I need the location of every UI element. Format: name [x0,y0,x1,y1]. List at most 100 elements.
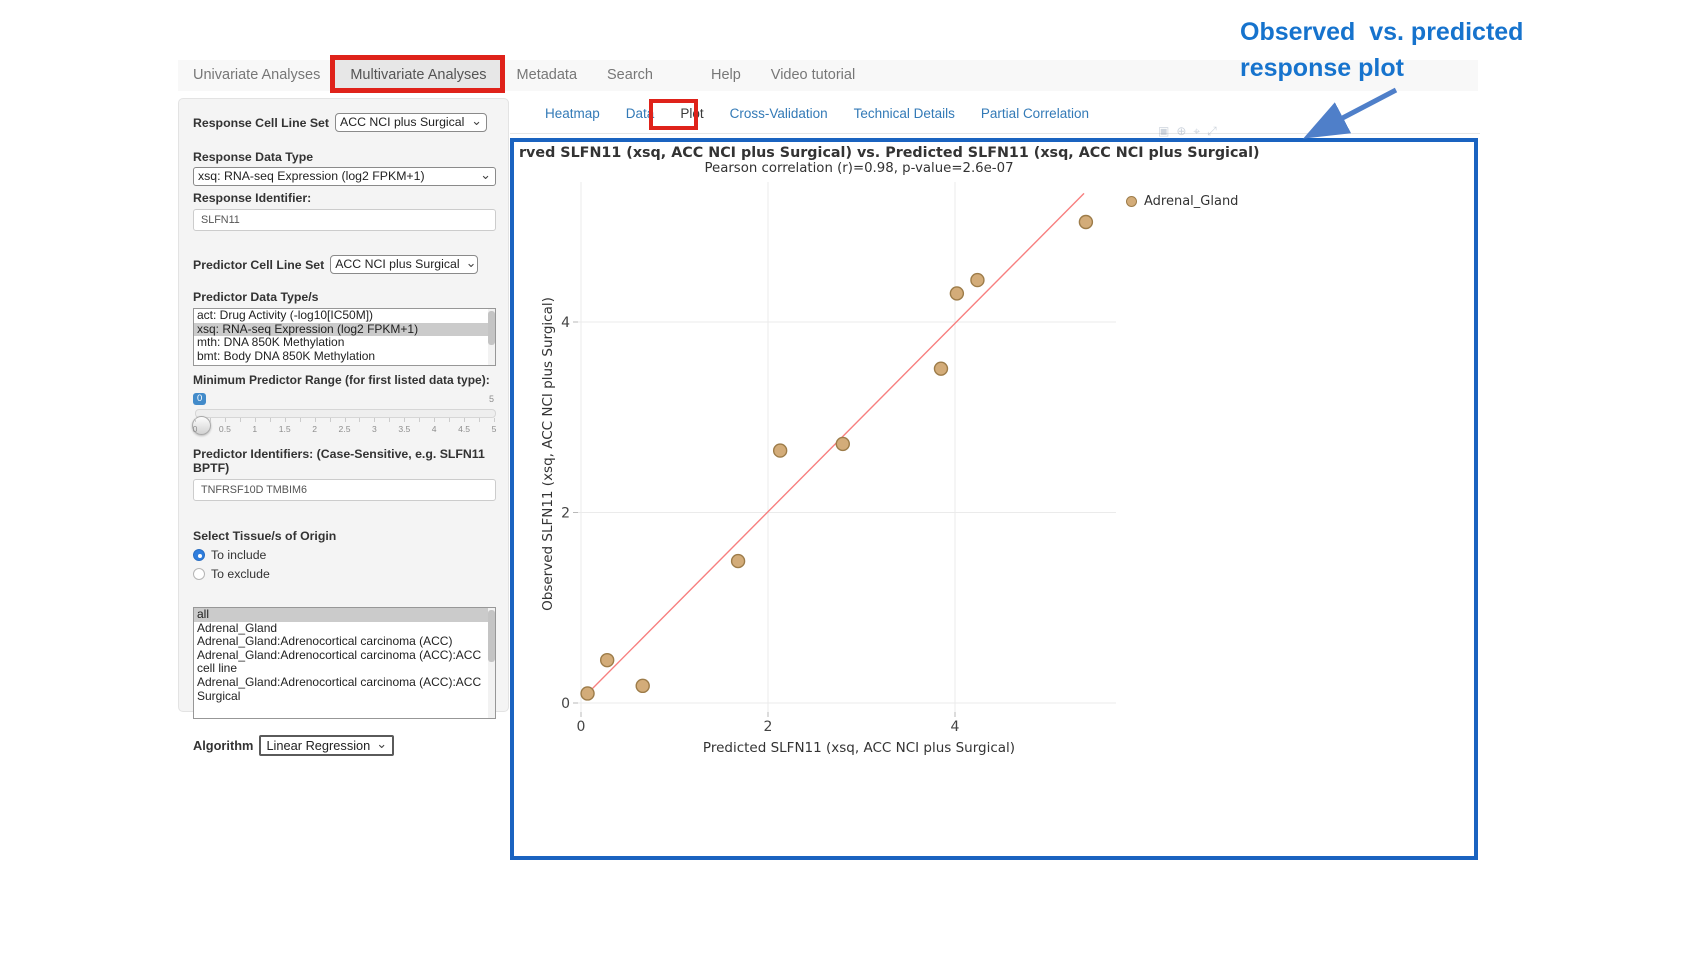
response-identifier-label: Response Identifier: [193,191,496,205]
radio-option-to-include[interactable]: To include [193,548,496,562]
y-tick-label: 2 [561,506,570,522]
data-point[interactable] [1079,215,1092,228]
nav-item-metadata[interactable]: Metadata [502,60,592,91]
nav-item-video-tutorial[interactable]: Video tutorial [756,60,870,91]
response-data-type-label: Response Data Type [193,150,496,164]
data-point[interactable] [601,654,614,667]
plot-panel: rved SLFN11 (xsq, ACC NCI plus Surgical)… [510,138,1478,860]
tab-partial-correlation[interactable]: Partial Correlation [981,106,1089,121]
results-tabset: Heatmap Data Plot Cross-Validation Technical… [545,106,1089,121]
tab-heatmap[interactable]: Heatmap [545,106,600,121]
response-identifier-input[interactable]: SLFN11 [193,209,496,231]
legend[interactable]: Adrenal_Gland [1126,194,1238,209]
chevron-down-icon: ⌄ [376,739,387,749]
regression-line [586,193,1084,695]
response-data-type-select[interactable]: xsq: RNA-seq Expression (log2 FPKM+1) ⌄ [193,167,496,186]
legend-label: Adrenal_Gland [1144,194,1238,209]
x-tick-label: 4 [951,719,960,735]
predictor-data-types-label: Predictor Data Type/s [193,290,496,304]
tissue-origin-label: Select Tissue/s of Origin [193,529,496,543]
slider-tick-label: 4.5 [458,424,470,434]
y-axis-label: Observed SLFN11 (xsq, ACC NCI plus Surgi… [540,297,556,611]
slider-tick-label: 4 [432,424,437,434]
scrollbar-thumb[interactable] [488,610,495,662]
predictor-cell-line-set-select[interactable]: ACC NCI plus Surgical ⌄ [330,255,478,274]
x-tick-label: 0 [577,719,586,735]
predictor-identifiers-input[interactable]: TNFRSF10D TMBIM6 [193,479,496,501]
data-point[interactable] [581,687,594,700]
pan-icon[interactable]: ⌖ [1193,124,1200,139]
annotation-text: Observed vs. predictedresponse plot [1240,14,1523,86]
tissue-listbox[interactable]: allAdrenal_GlandAdrenal_Gland:Adrenocort… [193,607,496,719]
list-option[interactable]: all [194,608,495,622]
scatter-plot[interactable]: 0 2 4 0 2 4 [560,180,1152,765]
slider-tick-label: 2.5 [339,424,351,434]
slider-tick-label: 5 [492,424,497,434]
nav-item-univariate-analyses[interactable]: Univariate Analyses [178,60,335,91]
plot-title: rved SLFN11 (xsq, ACC NCI plus Surgical)… [519,145,1260,161]
slider-value-badge: 0 [193,393,206,405]
scrollbar[interactable] [488,309,495,365]
annotation-arrow-icon [1292,84,1412,146]
list-option[interactable]: Adrenal_Gland:Adrenocortical carcinoma (… [194,635,495,649]
chevron-down-icon: ⌄ [480,170,491,180]
plot-subtitle: Pearson correlation (r)=0.98, p-value=2.… [519,161,1199,176]
slider-track[interactable] [195,409,496,418]
plotly-modebar[interactable]: ▣ ⊕ ⌖ ⤢ [1158,124,1217,139]
nav-item-search[interactable]: Search [592,60,668,91]
data-point[interactable] [950,287,963,300]
data-point[interactable] [732,555,745,568]
list-option[interactable]: Adrenal_Gland:Adrenocortical carcinoma (… [194,649,495,676]
slider-tick-label: 3.5 [398,424,410,434]
radio-button-icon[interactable] [193,549,205,561]
list-option[interactable]: xsq: RNA-seq Expression (log2 FPKM+1) [194,323,495,337]
list-option[interactable]: bmt: Body DNA 850K Methylation [194,350,495,364]
radio-button-icon[interactable] [193,568,205,580]
y-tick-label: 4 [561,315,570,331]
slider-tick-label: 1 [252,424,257,434]
predictor-identifiers-label: Predictor Identifiers: (Case-Sensitive, … [193,447,493,475]
tab-plot[interactable]: Plot [680,106,703,121]
zoom-icon[interactable]: ⊕ [1176,124,1186,139]
slider-tick-labels: 00.511.522.533.544.55 [195,424,494,434]
list-option[interactable]: Adrenal_Gland:Adrenocortical carcinoma (… [194,676,495,703]
scrollbar-thumb[interactable] [488,311,495,345]
list-option[interactable]: mth: DNA 850K Methylation [194,336,495,350]
x-axis-label: Predicted SLFN11 (xsq, ACC NCI plus Surg… [564,740,1154,756]
scrollbar[interactable] [488,608,495,718]
slider-max-label: 5 [489,394,494,404]
predictor-data-types-listbox[interactable]: act: Drug Activity (-log10[IC50M])xsq: R… [193,308,496,366]
tab-cross-validation[interactable]: Cross-Validation [730,106,828,121]
slider-tick-label: 0.5 [219,424,231,434]
slider-ticks [195,418,494,423]
algorithm-select[interactable]: Linear Regression ⌄ [259,735,394,756]
legend-marker-icon [1126,196,1137,207]
slider-tick-label: 0 [193,424,198,434]
response-cell-line-set-label: Response Cell Line Set [193,116,329,130]
algorithm-label: Algorithm [193,738,253,753]
data-point[interactable] [774,444,787,457]
data-point[interactable] [836,437,849,450]
data-point[interactable] [934,362,947,375]
nav-item-help[interactable]: Help [696,60,756,91]
min-predictor-range-label: Minimum Predictor Range (for first liste… [193,373,496,387]
y-tick-label: 0 [561,696,570,712]
chevron-down-icon: ⌄ [471,116,482,126]
radio-option-to-exclude[interactable]: To exclude [193,567,496,581]
list-option[interactable]: Adrenal_Gland [194,622,495,636]
response-cell-line-set-select[interactable]: ACC NCI plus Surgical ⌄ [335,113,487,132]
radio-label: To exclude [211,567,270,581]
x-tick-label: 2 [764,719,773,735]
tab-data[interactable]: Data [626,106,655,121]
min-predictor-range-slider[interactable]: 0 5 00.511.522.533.544.55 [193,393,496,435]
slider-tick-label: 2 [312,424,317,434]
camera-icon[interactable]: ▣ [1158,124,1169,139]
data-point[interactable] [971,274,984,287]
nav-item-multivariate-analyses[interactable]: Multivariate Analyses [335,60,501,91]
chevron-down-icon: ⌄ [466,258,477,268]
tab-technical-details[interactable]: Technical Details [854,106,955,121]
slider-tick-label: 3 [372,424,377,434]
data-point[interactable] [636,679,649,692]
list-option[interactable]: act: Drug Activity (-log10[IC50M]) [194,309,495,323]
autoscale-icon[interactable]: ⤢ [1207,124,1217,139]
